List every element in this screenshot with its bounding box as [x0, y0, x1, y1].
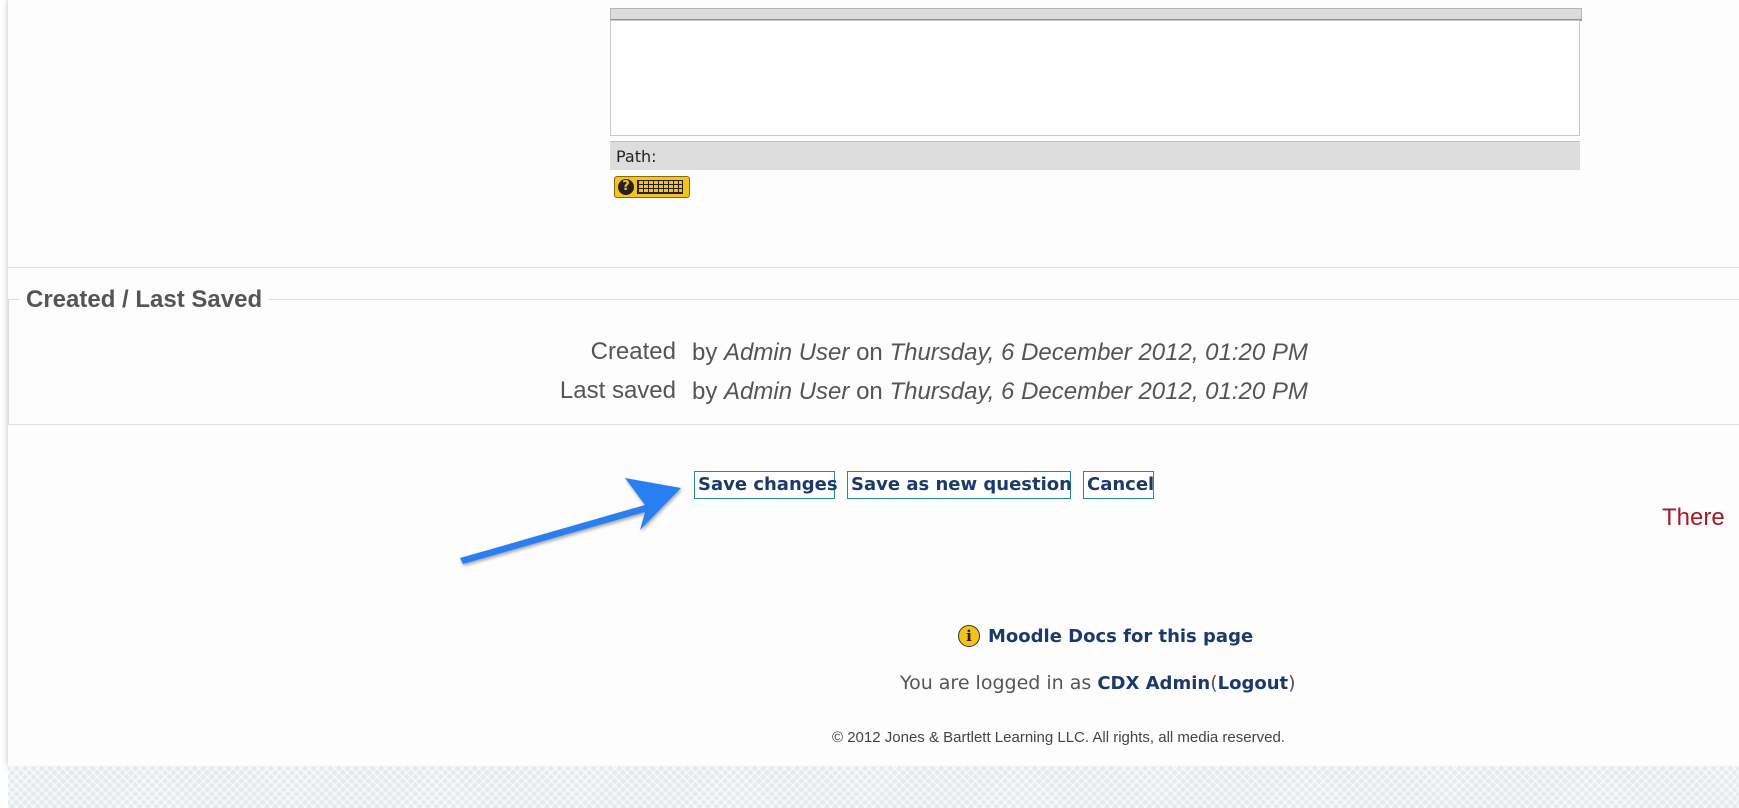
created-by-word: by — [692, 339, 718, 366]
created-label: Created — [590, 338, 676, 365]
logged-in-text: You are logged in as — [900, 672, 1092, 694]
editor-path-label: Path: — [616, 147, 657, 166]
cancel-button[interactable]: Cancel — [1083, 471, 1154, 499]
fieldset-border-bottom — [8, 424, 1739, 425]
last-saved-on-word: on — [856, 378, 883, 405]
section-divider — [8, 267, 1739, 268]
keyboard-icon — [637, 180, 683, 194]
editor-textarea[interactable] — [610, 20, 1580, 136]
warning-text: There — [1662, 504, 1725, 531]
close-paren: ) — [1288, 672, 1296, 694]
moodle-docs-row: i Moodle Docs for this page — [958, 623, 1253, 649]
last-saved-value: by Admin User on Thursday, 6 December 20… — [692, 377, 1308, 407]
editor-path-bar: Path: — [610, 141, 1580, 170]
last-saved-user: Admin User — [724, 378, 850, 405]
last-saved-label: Last saved — [559, 377, 676, 404]
logout-link[interactable]: Logout — [1218, 673, 1289, 694]
open-paren: ( — [1210, 672, 1218, 694]
copyright-text: © 2012 Jones & Bartlett Learning LLC. Al… — [832, 729, 1285, 746]
created-user: Admin User — [724, 339, 850, 366]
moodle-docs-link[interactable]: Moodle Docs for this page — [988, 626, 1253, 647]
help-question-icon: ? — [618, 179, 634, 195]
login-info: You are logged in as CDX Admin(Logout) — [900, 670, 1296, 697]
created-value: by Admin User on Thursday, 6 December 20… — [692, 338, 1308, 368]
created-saved-legend: Created / Last Saved — [20, 286, 269, 314]
editor-help-button[interactable]: ? — [614, 176, 690, 198]
save-changes-button[interactable]: Save changes — [694, 471, 838, 499]
info-icon: i — [958, 625, 980, 647]
created-date: Thursday, 6 December 2012, 01:20 PM — [889, 339, 1308, 366]
page-background-pattern — [8, 766, 1739, 808]
annotation-arrow-icon — [460, 478, 681, 564]
created-on-word: on — [856, 339, 883, 366]
last-saved-by-word: by — [692, 378, 718, 405]
fieldset-border-left — [8, 299, 9, 424]
last-saved-date: Thursday, 6 December 2012, 01:20 PM — [889, 378, 1308, 405]
save-as-new-question-button[interactable]: Save as new question — [847, 471, 1072, 499]
user-profile-link[interactable]: CDX Admin — [1097, 673, 1210, 694]
